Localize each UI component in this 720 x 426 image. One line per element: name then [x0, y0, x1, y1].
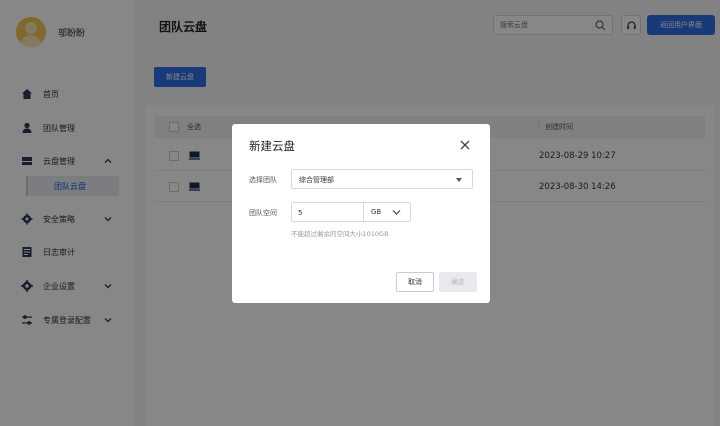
team-select[interactable]: 综合管理部: [291, 169, 473, 189]
new-cloud-disk-dialog: 新建云盘 选择团队 综合管理部 团队空间 GB 不能超过剩余的空间大小1010G…: [232, 124, 490, 303]
caret-down-icon: [456, 178, 462, 182]
space-unit-select[interactable]: GB: [363, 202, 411, 222]
cancel-button[interactable]: 取消: [396, 272, 434, 292]
team-label: 选择团队: [249, 176, 277, 184]
team-select-value: 综合管理部: [299, 176, 334, 184]
confirm-button[interactable]: 确定: [439, 272, 477, 292]
space-label: 团队空间: [249, 209, 277, 217]
space-unit-value: GB: [371, 208, 382, 216]
space-amount-input[interactable]: [298, 207, 358, 218]
chevron-down-icon: [392, 210, 401, 215]
space-amount-field[interactable]: [291, 202, 364, 222]
close-icon[interactable]: [460, 140, 470, 150]
dialog-title: 新建云盘: [249, 139, 295, 153]
space-hint: 不能超过剩余的空间大小1010GB: [291, 230, 389, 238]
